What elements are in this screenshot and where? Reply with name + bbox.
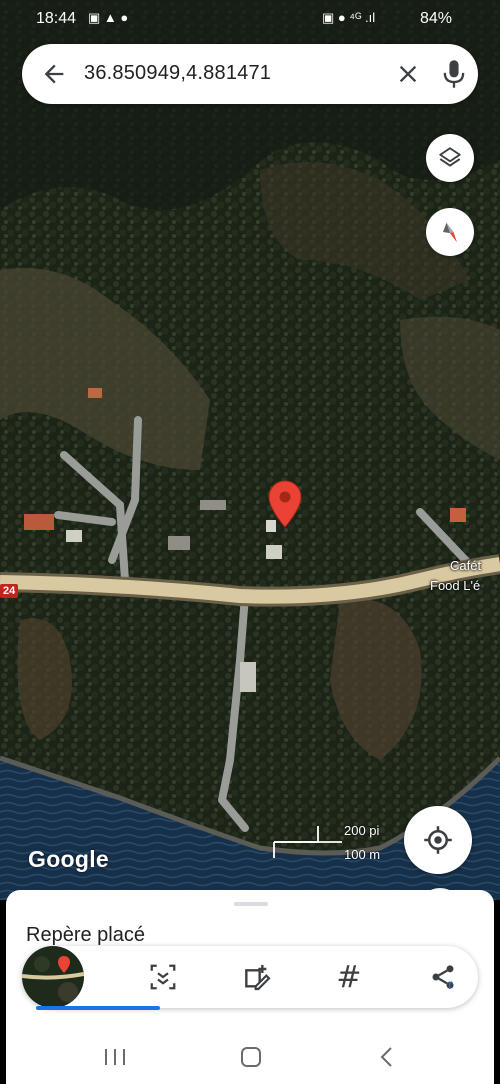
place-action-bar: # <box>22 946 478 1008</box>
close-icon[interactable] <box>394 60 422 88</box>
scale-imperial-label: 200 pi <box>344 823 380 838</box>
recent-apps-icon[interactable] <box>100 1044 130 1070</box>
location-pin-icon[interactable] <box>268 480 302 528</box>
image-scan-button[interactable] <box>146 961 180 993</box>
sheet-drag-handle[interactable] <box>234 902 268 906</box>
google-attribution: Google <box>28 846 110 872</box>
home-icon[interactable] <box>236 1044 266 1070</box>
notification-icons: ▣ ▲ ● <box>88 10 129 25</box>
back-icon[interactable] <box>372 1044 402 1070</box>
compass-icon <box>443 222 457 243</box>
compass-button[interactable] <box>426 208 474 256</box>
scale-metric-label: 100 m <box>344 847 381 862</box>
truncated-action-text[interactable]: r <box>448 976 453 992</box>
search-input[interactable]: 36.850949,4.881471 <box>84 62 271 85</box>
poi-label-line1[interactable]: Cafét <box>450 558 481 573</box>
place-thumbnail[interactable] <box>22 946 84 1008</box>
edit-layer-icon <box>245 965 271 991</box>
status-time: 18:44 <box>36 10 77 27</box>
microphone-icon[interactable] <box>440 58 468 90</box>
status-bar: 18:44 ▣ ▲ ● ▣ ● ⁴ᴳ .ıl 84% <box>0 0 500 40</box>
share-button[interactable] <box>426 961 460 993</box>
satellite-map[interactable] <box>0 0 500 900</box>
plus-code-button[interactable]: # <box>332 959 366 995</box>
poi-label-line2[interactable]: Food L'é <box>430 578 480 593</box>
my-location-button[interactable] <box>404 806 472 874</box>
arrow-left-icon[interactable] <box>40 60 68 88</box>
battery-level: 84% <box>420 10 453 27</box>
scale-bar <box>273 826 342 858</box>
signal-icons: ▣ ● ⁴ᴳ .ıl <box>322 10 376 25</box>
place-title: Repère placé <box>26 924 145 946</box>
image-scan-icon <box>150 964 176 990</box>
system-nav-bar <box>0 1030 500 1084</box>
road-number-badge: 24 <box>0 584 19 598</box>
search-bar[interactable]: 36.850949,4.881471 <box>22 44 478 104</box>
plus-code-icon: # <box>336 959 362 995</box>
layers-icon <box>439 147 461 167</box>
my-location-icon <box>424 826 452 854</box>
selected-action-indicator <box>36 1006 160 1010</box>
layers-button[interactable] <box>426 134 474 182</box>
edit-layer-button[interactable] <box>240 961 274 993</box>
screen: 24 Cafét Food L'é 18:44 ▣ ▲ ● ▣ ● ⁴ᴳ .ıl… <box>0 0 500 1084</box>
